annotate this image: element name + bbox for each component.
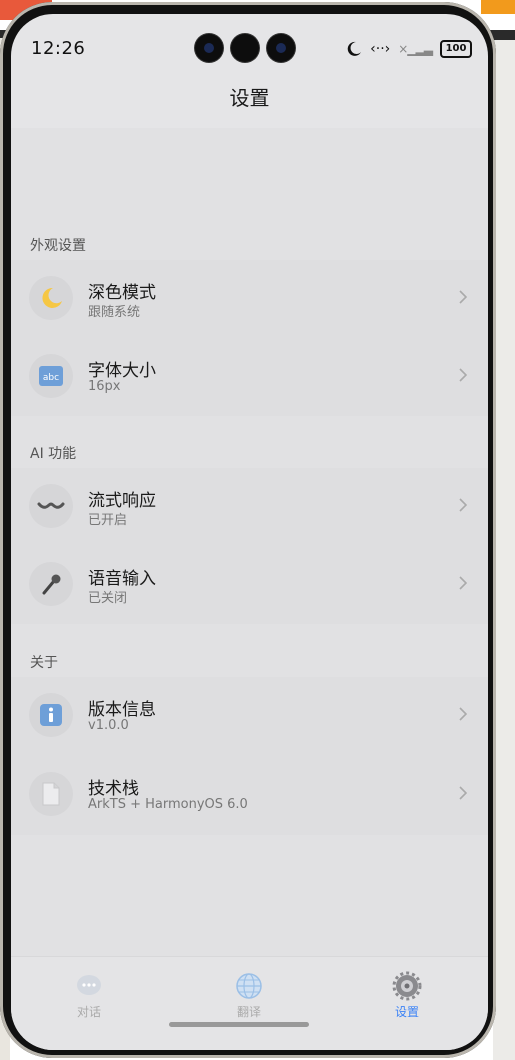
chevron-right-icon: [459, 576, 468, 590]
phone-frame: 12:26 ‹··› ×▁▂▃ 100 设置 外观设置 深色模式 跟随系统 ab…: [0, 2, 496, 1058]
tab-chat[interactable]: 对话: [49, 971, 129, 1020]
nav-bar: 设置: [11, 78, 488, 128]
settings-row-streaming[interactable]: 流式响应 已开启: [11, 468, 488, 546]
settings-card-appearance: 深色模式 跟随系统 abc 字体大小 16px: [11, 260, 488, 416]
wave-icon: [29, 484, 73, 528]
backdrop-strip-right: [493, 40, 515, 1060]
signal-icon: ×▁▂▃: [398, 42, 433, 56]
camera-lens-icon: [195, 34, 223, 62]
section-title-about: 关于: [30, 655, 58, 671]
tab-label: 翻译: [236, 1005, 261, 1019]
row-title: 深色模式: [88, 283, 156, 303]
chat-bubble-icon: [77, 975, 101, 995]
settings-row-voice-input[interactable]: 语音输入 已关闭: [11, 546, 488, 624]
settings-card-about: 版本信息 v1.0.0 技术栈 ArkTS + HarmonyOS 6.0: [11, 677, 488, 835]
settings-row-version[interactable]: 版本信息 v1.0.0: [11, 677, 488, 755]
row-title: 流式响应: [88, 491, 156, 511]
tab-translate[interactable]: 翻译: [209, 971, 289, 1020]
gear-icon: [392, 971, 422, 1001]
camera-sensor-icon: [231, 34, 259, 62]
tab-settings[interactable]: 设置: [367, 971, 447, 1020]
moon-icon: [347, 41, 362, 56]
battery-icon: 100: [440, 40, 472, 58]
row-subtitle: v1.0.0: [88, 718, 129, 733]
row-title: 字体大小: [88, 361, 156, 381]
page-title: 设置: [229, 86, 270, 110]
tab-label: 设置: [394, 1005, 419, 1019]
section-title-appearance: 外观设置: [30, 238, 86, 254]
row-subtitle: 已开启: [88, 513, 128, 528]
microphone-icon: [29, 562, 73, 606]
tab-label: 对话: [76, 1005, 101, 1019]
row-subtitle: 已关闭: [88, 591, 128, 606]
row-subtitle: ArkTS + HarmonyOS 6.0: [88, 797, 248, 812]
chevron-right-icon: [459, 290, 468, 304]
tab-bar: 对话 翻译 设置: [11, 956, 488, 1050]
backdrop-fragment-right: [481, 0, 515, 14]
moon-icon: [29, 276, 73, 320]
row-subtitle: 16px: [88, 379, 121, 394]
abc-icon: abc: [29, 354, 73, 398]
home-indicator[interactable]: [169, 1022, 309, 1027]
row-title: 版本信息: [88, 700, 156, 720]
settings-row-tech-stack[interactable]: 技术栈 ArkTS + HarmonyOS 6.0: [11, 756, 488, 834]
app-screen: 12:26 ‹··› ×▁▂▃ 100 设置 外观设置 深色模式 跟随系统 ab…: [11, 14, 488, 1050]
data-arrows-icon: ‹··›: [370, 41, 391, 57]
chevron-right-icon: [459, 368, 468, 382]
svg-text:abc: abc: [43, 373, 59, 383]
camera-cluster: [195, 34, 295, 64]
globe-icon: [236, 973, 262, 999]
settings-content: 外观设置 深色模式 跟随系统 abc 字体大小 16px AI 功能 流式响应 …: [11, 128, 488, 956]
document-icon: [29, 772, 73, 816]
settings-card-ai: 流式响应 已开启 语音输入 已关闭: [11, 468, 488, 624]
chevron-right-icon: [459, 498, 468, 512]
chevron-right-icon: [459, 786, 468, 800]
settings-row-dark-mode[interactable]: 深色模式 跟随系统: [11, 260, 488, 338]
row-subtitle: 跟随系统: [88, 305, 141, 320]
info-icon: [29, 693, 73, 737]
section-title-ai: AI 功能: [30, 446, 77, 462]
row-title: 语音输入: [88, 569, 156, 589]
chevron-right-icon: [459, 707, 468, 721]
settings-row-font-size[interactable]: abc 字体大小 16px: [11, 338, 488, 416]
camera-lens-icon: [267, 34, 295, 62]
status-icons: ‹··› ×▁▂▃ 100: [346, 40, 472, 58]
status-bar: 12:26 ‹··› ×▁▂▃ 100: [11, 14, 488, 78]
row-title: 技术栈: [88, 779, 139, 799]
status-time: 12:26: [31, 38, 86, 59]
